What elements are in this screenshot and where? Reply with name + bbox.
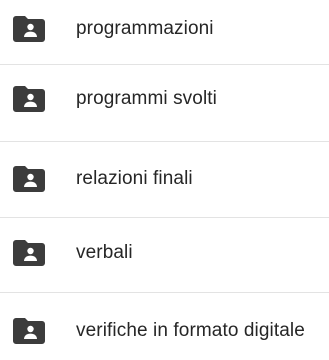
shared-folder-icon [13,86,45,112]
folder-label: relazioni finali [76,168,193,189]
folder-item-programmazioni[interactable]: programmazioni [0,0,329,58]
shared-folder-icon [13,318,45,344]
folder-label: programmazioni [76,18,214,39]
divider [0,64,329,65]
divider [0,141,329,142]
folder-item-verifiche-in-formato-digitale[interactable]: verifiche in formato digitale [0,302,329,360]
folder-list: programmazioni programmi svolti relazion… [0,0,329,344]
folder-item-relazioni-finali[interactable]: relazioni finali [0,150,329,208]
folder-item-programmi-svolti[interactable]: programmi svolti [0,70,329,128]
folder-item-verbali[interactable]: verbali [0,224,329,282]
shared-folder-icon [13,166,45,192]
shared-folder-icon [13,16,45,42]
folder-label: verbali [76,242,133,263]
divider [0,217,329,218]
shared-folder-icon [13,240,45,266]
folder-label: verifiche in formato digitale [76,320,305,341]
divider [0,292,329,293]
folder-label: programmi svolti [76,88,217,109]
